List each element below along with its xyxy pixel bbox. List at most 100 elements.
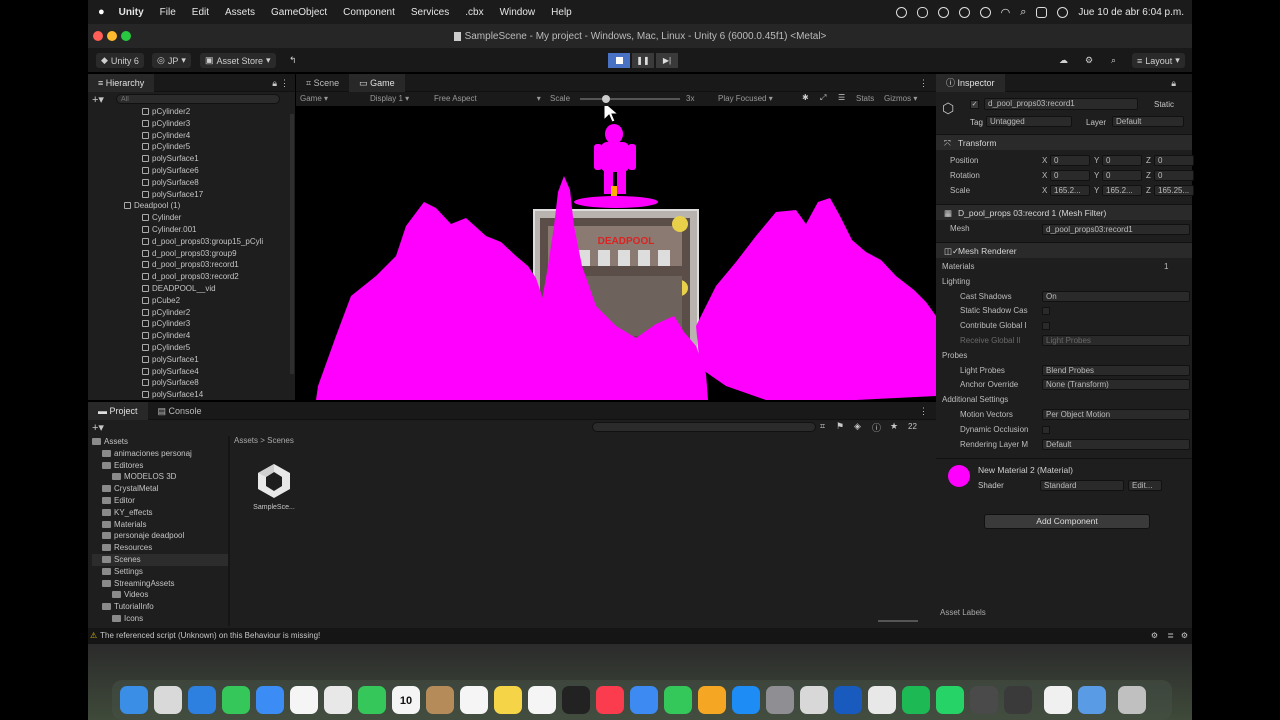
menu-component[interactable]: Component: [343, 7, 395, 18]
scene-asset[interactable]: SampleSce...: [252, 460, 296, 511]
tab-scene[interactable]: ⌗ Scene: [296, 74, 349, 92]
tag-dropdown[interactable]: Untagged: [986, 116, 1072, 127]
star-icon[interactable]: ★: [890, 421, 898, 432]
chrome-icon[interactable]: [324, 686, 352, 714]
more-icon[interactable]: ⋮: [919, 406, 928, 417]
renderer-materials-label[interactable]: Materials: [942, 260, 974, 274]
transform-rotation-y-field[interactable]: 0: [1102, 170, 1142, 181]
renderer-additional-label[interactable]: Additional Settings: [942, 393, 1008, 407]
add-icon[interactable]: +▾: [92, 421, 104, 434]
numbers-icon[interactable]: [664, 686, 692, 714]
project-splitter[interactable]: [228, 436, 230, 626]
maximize-icon[interactable]: ⤢: [820, 93, 826, 103]
bluetooth-icon[interactable]: [979, 6, 991, 18]
scale-slider-thumb[interactable]: [602, 95, 610, 103]
tab-console[interactable]: ▤ Console: [148, 402, 212, 420]
display-dropdown[interactable]: Display 1 ▾: [370, 94, 409, 103]
aspect-dropdown[interactable]: Free Aspect ▾: [434, 94, 541, 103]
project-folder-item[interactable]: Videos: [92, 589, 228, 601]
version-control-icon[interactable]: ↰: [284, 53, 302, 68]
siri-icon[interactable]: [1057, 6, 1069, 18]
hierarchy-item[interactable]: d_pool_props03:record2: [88, 271, 288, 283]
hierarchy-item[interactable]: polySurface6: [88, 165, 288, 177]
wifi-icon[interactable]: ◠: [1001, 6, 1011, 19]
menu-cbx[interactable]: .cbx: [465, 7, 483, 18]
project-folder-item[interactable]: Assets: [92, 436, 228, 448]
hierarchy-item[interactable]: polySurface1: [88, 153, 288, 165]
project-folder-item[interactable]: CrystalMetal: [92, 483, 228, 495]
collab-icon[interactable]: ⚙: [1080, 53, 1098, 68]
gizmos-button[interactable]: Gizmos ▾: [884, 94, 917, 103]
mute-icon[interactable]: ✱: [802, 93, 809, 102]
project-folder-item[interactable]: animaciones personaj: [92, 448, 228, 460]
stats-button[interactable]: Stats: [856, 94, 874, 103]
tab-hierarchy[interactable]: ≡ Hierarchy: [88, 73, 155, 92]
chrome2-icon[interactable]: [868, 686, 896, 714]
menu-gameobject[interactable]: GameObject: [271, 7, 327, 18]
static-checkbox-label[interactable]: Static: [1154, 100, 1174, 109]
hierarchy-item[interactable]: pCylinder3: [88, 118, 288, 130]
hierarchy-item[interactable]: pCylinder5: [88, 342, 288, 354]
appstore-icon[interactable]: [732, 686, 760, 714]
notes-icon[interactable]: [494, 686, 522, 714]
tv-icon[interactable]: [562, 686, 590, 714]
hierarchy-item[interactable]: polySurface17: [88, 189, 288, 201]
active-checkbox[interactable]: ✓: [970, 100, 979, 109]
close-window-button[interactable]: [93, 31, 103, 41]
hierarchy-item[interactable]: d_pool_props03:group15_pCyli: [88, 236, 288, 248]
cache-icon[interactable]: ≣: [1167, 628, 1174, 644]
renderer-motion-value[interactable]: Per Object Motion: [1042, 408, 1190, 420]
game-viewport[interactable]: DEADPOOL: [296, 106, 936, 400]
project-folder-item[interactable]: Editor: [92, 495, 228, 507]
menu-edit[interactable]: Edit: [192, 7, 209, 18]
scale-slider[interactable]: [580, 98, 680, 100]
transform-position-x-field[interactable]: 0: [1050, 155, 1090, 166]
menu-services[interactable]: Services: [411, 7, 449, 18]
messages-icon[interactable]: [222, 686, 250, 714]
status-bar[interactable]: ⚠ The referenced script (Unknown) on this…: [88, 628, 1192, 644]
add-icon[interactable]: +▾: [92, 93, 104, 106]
photos-icon[interactable]: [290, 686, 318, 714]
hierarchy-item[interactable]: Deadpool (1): [88, 200, 288, 212]
music-icon[interactable]: [596, 686, 624, 714]
shield-icon[interactable]: [937, 6, 949, 18]
settings-icon[interactable]: ⚙: [1181, 628, 1188, 644]
transform-scale-y-field[interactable]: 165.2...: [1102, 185, 1142, 196]
account-button[interactable]: ◆ Unity 6: [96, 53, 144, 68]
hierarchy-item[interactable]: pCylinder4: [88, 330, 288, 342]
target-icon[interactable]: [958, 6, 970, 18]
object-name-field[interactable]: d_pool_props03:record1: [984, 98, 1138, 110]
renderer-checkbox[interactable]: [1042, 322, 1050, 331]
hierarchy-item[interactable]: pCylinder2: [88, 307, 288, 319]
lock-icon[interactable]: 🔒︎: [1171, 78, 1176, 89]
label-filter-icon[interactable]: ◈: [854, 421, 861, 432]
reminders-icon[interactable]: [460, 686, 488, 714]
renderer-rendering-layer-value[interactable]: Default: [1042, 438, 1190, 450]
menu-file[interactable]: File: [160, 7, 176, 18]
renderer-cast-shadows-value[interactable]: On: [1042, 290, 1190, 302]
layout-dropdown[interactable]: ≡ Layout ▾: [1132, 53, 1185, 68]
filter-icon[interactable]: ⌗: [820, 421, 825, 432]
project-folder-item[interactable]: KY_effects: [92, 507, 228, 519]
hierarchy-item[interactable]: pCylinder5: [88, 141, 288, 153]
search-icon[interactable]: ⌕: [1020, 6, 1026, 19]
renderer-receive-gi-value[interactable]: Light Probes: [1042, 334, 1190, 346]
step-button[interactable]: ▶|: [656, 53, 678, 68]
info-icon[interactable]: ⓘ: [872, 421, 881, 434]
contacts-icon[interactable]: [426, 686, 454, 714]
user-dropdown[interactable]: ◎ JP ▾: [152, 53, 191, 68]
pause-button[interactable]: ❚❚: [632, 53, 654, 68]
hierarchy-item[interactable]: Cylinder: [88, 212, 288, 224]
calendar-icon[interactable]: 10: [392, 686, 420, 714]
add-component-button[interactable]: Add Component: [984, 514, 1150, 529]
play-button[interactable]: [608, 53, 630, 68]
renderer-anchor-value[interactable]: None (Transform): [1042, 379, 1190, 391]
hierarchy-item[interactable]: pCylinder3: [88, 318, 288, 330]
hierarchy-item[interactable]: polySurface1: [88, 354, 288, 366]
hierarchy-item[interactable]: polySurface8: [88, 377, 288, 389]
mail-icon[interactable]: [256, 686, 284, 714]
apple-icon[interactable]: ●: [98, 6, 105, 18]
menu-help[interactable]: Help: [551, 7, 572, 18]
facetime-icon[interactable]: [358, 686, 386, 714]
project-folder-item[interactable]: Settings: [92, 566, 228, 578]
